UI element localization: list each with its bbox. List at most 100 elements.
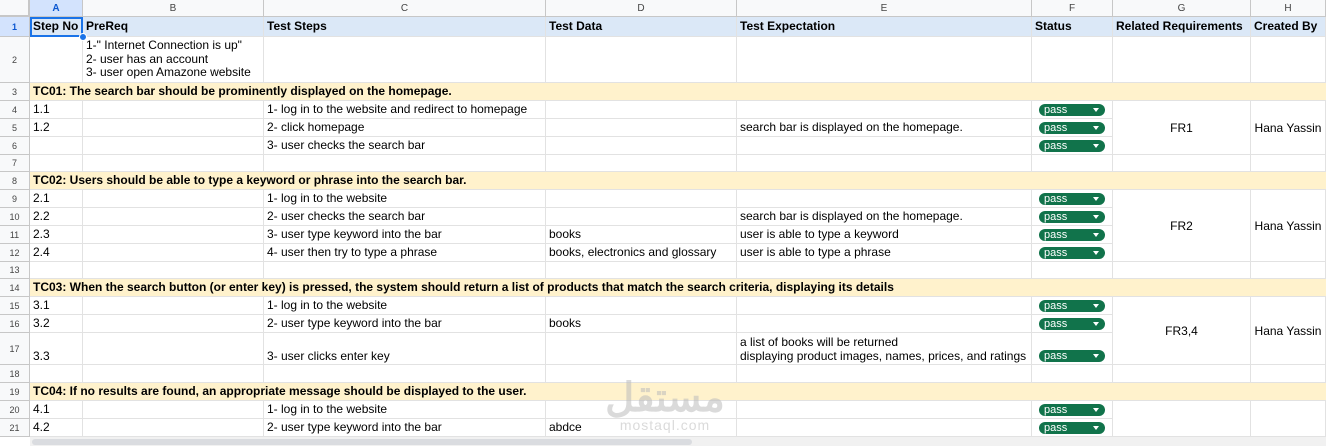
- row-header-5[interactable]: 5: [0, 119, 30, 137]
- column-header-c[interactable]: C: [264, 0, 546, 17]
- prereq-cell-empty[interactable]: [83, 190, 264, 208]
- cell-e2[interactable]: [737, 37, 1032, 83]
- row-header-3[interactable]: 3: [0, 83, 30, 101]
- header-related-requirements[interactable]: Related Requirements: [1113, 17, 1251, 37]
- test-expectation-cell[interactable]: user is able to type a phrase: [737, 244, 1032, 262]
- blank-cell[interactable]: [1032, 365, 1113, 383]
- test-data-cell[interactable]: [546, 137, 737, 155]
- status-dropdown-chip[interactable]: pass: [1039, 211, 1105, 223]
- column-header-g[interactable]: G: [1113, 0, 1251, 17]
- test-step-cell[interactable]: 2- user checks the search bar: [264, 208, 546, 226]
- test-data-cell[interactable]: [546, 297, 737, 315]
- header-step-no[interactable]: Step No: [30, 17, 83, 37]
- row-header-1[interactable]: 1: [0, 17, 30, 37]
- blank-cell[interactable]: [1113, 365, 1251, 383]
- blank-cell[interactable]: [1113, 155, 1251, 172]
- column-header-b[interactable]: B: [83, 0, 264, 17]
- blank-cell[interactable]: [1032, 262, 1113, 279]
- created-by-tc01[interactable]: Hana Yassin: [1251, 101, 1326, 155]
- step-no-cell[interactable]: 1.1: [30, 101, 83, 119]
- row-header-13[interactable]: 13: [0, 262, 30, 279]
- test-expectation-cell[interactable]: [737, 297, 1032, 315]
- blank-cell[interactable]: [264, 155, 546, 172]
- row-header-2[interactable]: 2: [0, 37, 30, 83]
- related-requirement-tc01[interactable]: FR1: [1113, 101, 1251, 155]
- prereq-cell-empty[interactable]: [83, 226, 264, 244]
- test-step-cell[interactable]: 3- user checks the search bar: [264, 137, 546, 155]
- step-no-cell[interactable]: 3.3: [30, 333, 83, 365]
- cell-f2[interactable]: [1032, 37, 1113, 83]
- test-data-cell[interactable]: books: [546, 226, 737, 244]
- blank-cell[interactable]: [30, 262, 83, 279]
- status-dropdown-chip[interactable]: pass: [1039, 229, 1105, 241]
- blank-cell[interactable]: [264, 262, 546, 279]
- row-header-20[interactable]: 20: [0, 401, 30, 419]
- row-header-8[interactable]: 8: [0, 172, 30, 190]
- cell-d2[interactable]: [546, 37, 737, 83]
- test-expectation-cell[interactable]: search bar is displayed on the homepage.: [737, 208, 1032, 226]
- test-data-cell[interactable]: books: [546, 315, 737, 333]
- step-no-cell[interactable]: 4.2: [30, 419, 83, 437]
- test-step-cell[interactable]: 2- user type keyword into the bar: [264, 315, 546, 333]
- test-step-cell[interactable]: 3- user clicks enter key: [264, 333, 546, 365]
- column-header-d[interactable]: D: [546, 0, 737, 17]
- row-header-4[interactable]: 4: [0, 101, 30, 119]
- test-step-cell[interactable]: 2- user type keyword into the bar: [264, 419, 546, 437]
- related-requirement-tc04[interactable]: [1113, 401, 1251, 437]
- row-header-11[interactable]: 11: [0, 226, 30, 244]
- blank-cell[interactable]: [264, 365, 546, 383]
- created-by-tc04[interactable]: [1251, 401, 1326, 437]
- prereq-cell-empty[interactable]: [83, 401, 264, 419]
- blank-cell[interactable]: [737, 155, 1032, 172]
- test-data-cell[interactable]: [546, 119, 737, 137]
- column-header-f[interactable]: F: [1032, 0, 1113, 17]
- header-status[interactable]: Status: [1032, 17, 1113, 37]
- row-header-10[interactable]: 10: [0, 208, 30, 226]
- prereq-cell-empty[interactable]: [83, 119, 264, 137]
- status-dropdown-chip[interactable]: pass: [1039, 318, 1105, 330]
- blank-cell[interactable]: [83, 365, 264, 383]
- test-step-cell[interactable]: 1- log in to the website: [264, 297, 546, 315]
- test-step-cell[interactable]: 2- click homepage: [264, 119, 546, 137]
- blank-cell[interactable]: [83, 262, 264, 279]
- cell-a2[interactable]: [30, 37, 83, 83]
- status-dropdown-chip[interactable]: pass: [1039, 300, 1105, 312]
- row-header-15[interactable]: 15: [0, 297, 30, 315]
- prereq-cell[interactable]: 1-" Internet Connection is up" 2- user h…: [83, 37, 264, 83]
- header-created-by[interactable]: Created By: [1251, 17, 1326, 37]
- row-header-6[interactable]: 6: [0, 137, 30, 155]
- test-expectation-cell[interactable]: [737, 190, 1032, 208]
- step-no-cell[interactable]: 2.4: [30, 244, 83, 262]
- related-requirement-tc03[interactable]: FR3,4: [1113, 297, 1251, 365]
- header-test-data[interactable]: Test Data: [546, 17, 737, 37]
- status-dropdown-chip[interactable]: pass: [1039, 350, 1105, 362]
- status-dropdown-chip[interactable]: pass: [1039, 422, 1105, 434]
- prereq-cell-empty[interactable]: [83, 315, 264, 333]
- test-step-cell[interactable]: 4- user then try to type a phrase: [264, 244, 546, 262]
- row-header-9[interactable]: 9: [0, 190, 30, 208]
- test-case-title-tc03[interactable]: TC03: When the search button (or enter k…: [30, 279, 1326, 297]
- column-header-a[interactable]: A: [30, 0, 83, 17]
- header-prereq[interactable]: PreReq: [83, 17, 264, 37]
- step-no-cell[interactable]: 2.3: [30, 226, 83, 244]
- status-dropdown-chip[interactable]: pass: [1039, 140, 1105, 152]
- prereq-cell-empty[interactable]: [83, 101, 264, 119]
- horizontal-scrollbar-thumb[interactable]: [32, 439, 692, 445]
- test-data-cell[interactable]: books, electronics and glossary: [546, 244, 737, 262]
- row-header-16[interactable]: 16: [0, 315, 30, 333]
- cell-h2[interactable]: [1251, 37, 1326, 83]
- status-dropdown-chip[interactable]: pass: [1039, 247, 1105, 259]
- row-header-14[interactable]: 14: [0, 279, 30, 297]
- status-dropdown-chip[interactable]: pass: [1039, 104, 1105, 116]
- prereq-cell-empty[interactable]: [83, 244, 264, 262]
- test-data-cell[interactable]: [546, 208, 737, 226]
- row-header-12[interactable]: 12: [0, 244, 30, 262]
- blank-cell[interactable]: [737, 262, 1032, 279]
- test-case-title-tc02[interactable]: TC02: Users should be able to type a key…: [30, 172, 1326, 190]
- blank-cell[interactable]: [30, 365, 83, 383]
- test-expectation-cell[interactable]: [737, 137, 1032, 155]
- status-dropdown-chip[interactable]: pass: [1039, 193, 1105, 205]
- column-header-h[interactable]: H: [1251, 0, 1326, 17]
- created-by-tc03[interactable]: Hana Yassin: [1251, 297, 1326, 365]
- prereq-cell-empty[interactable]: [83, 137, 264, 155]
